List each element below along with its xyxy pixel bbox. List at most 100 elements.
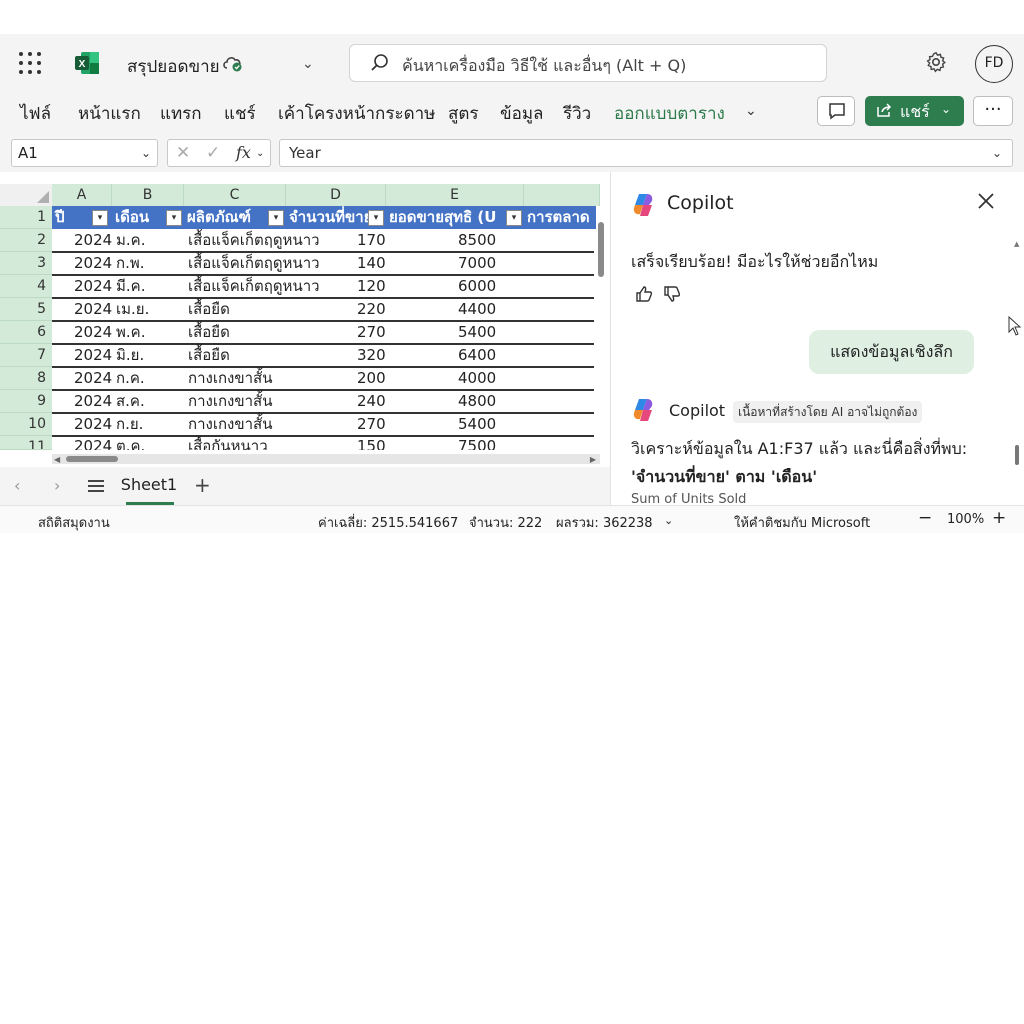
cell-month[interactable]: ส.ค. [116, 390, 184, 413]
filter-dropdown-icon[interactable]: ▾ [92, 210, 108, 226]
cancel-x-icon[interactable]: ✕ [176, 143, 190, 163]
cell-year[interactable]: 2024 [74, 436, 114, 450]
cell-year[interactable]: 2024 [74, 390, 114, 413]
tab-file[interactable]: ไฟล์ [20, 100, 51, 127]
cell-units[interactable]: 220 [357, 298, 397, 321]
vertical-scrollbar[interactable] [596, 212, 606, 452]
filter-dropdown-icon[interactable]: ▾ [368, 210, 384, 226]
row-header-1[interactable]: 1 [0, 206, 52, 229]
close-icon[interactable] [977, 192, 995, 210]
row-header-6[interactable]: 6 [0, 321, 52, 344]
add-sheet-icon[interactable]: + [194, 473, 211, 497]
cell-year[interactable]: 2024 [74, 367, 114, 390]
more-tabs-chevron-icon[interactable]: ⌄ [745, 103, 757, 119]
workbook-statistics[interactable]: สถิติสมุดงาน [38, 512, 110, 533]
cell-units[interactable]: 140 [357, 252, 397, 275]
cell-year[interactable]: 2024 [74, 321, 114, 344]
formula-input[interactable]: Year ⌄ [279, 139, 1013, 167]
tab-page-layout[interactable]: เค้าโครงหน้ากระดาษ [278, 100, 435, 127]
all-sheets-menu-icon[interactable] [88, 480, 104, 492]
cell-net-sales[interactable]: 7500 [458, 436, 522, 450]
column-header-b[interactable]: B [112, 184, 184, 206]
confirm-check-icon[interactable]: ✓ [206, 143, 220, 163]
tab-insert[interactable]: แทรก [160, 100, 202, 127]
table-header-marketing[interactable]: การตลาด [524, 206, 596, 229]
cell-units[interactable]: 270 [357, 321, 397, 344]
zoom-in-button[interactable]: + [992, 508, 1006, 528]
cell-product[interactable]: เสื้อยืด [188, 344, 323, 367]
cell-product[interactable]: เสื้อยืด [188, 321, 323, 344]
table-header-net-sales[interactable]: ยอดขายสุทธิ (U [386, 206, 524, 229]
cell-year[interactable]: 2024 [74, 252, 114, 275]
insert-function-icon[interactable]: fx [236, 143, 251, 162]
row-header-5[interactable]: 5 [0, 298, 52, 321]
sheet-tab-sheet1[interactable]: Sheet1 [118, 475, 180, 505]
tab-table-design[interactable]: ออกแบบตาราง [614, 100, 725, 127]
cell-month[interactable]: ม.ค. [116, 229, 184, 252]
search-box[interactable]: ค้นหาเครื่องมือ วิธีใช้ และอื่นๆ (Alt + … [349, 44, 827, 82]
row-header-7[interactable]: 7 [0, 344, 52, 367]
cell-net-sales[interactable]: 4800 [458, 390, 522, 413]
cell-month[interactable]: มิ.ย. [116, 344, 184, 367]
user-avatar[interactable]: FD [975, 45, 1013, 83]
row-header-9[interactable]: 9 [0, 390, 52, 413]
cell-net-sales[interactable]: 8500 [458, 229, 522, 252]
previous-sheet-icon[interactable]: ‹ [14, 476, 20, 495]
column-header-d[interactable]: D [286, 184, 386, 206]
cell-units[interactable]: 170 [357, 229, 397, 252]
cell-units[interactable]: 320 [357, 344, 397, 367]
tab-formulas[interactable]: สูตร [448, 100, 479, 127]
copilot-scrollbar[interactable]: ▲ [1014, 240, 1020, 500]
filter-dropdown-icon[interactable]: ▾ [166, 210, 182, 226]
cell-product[interactable]: กางเกงขาสั้น [188, 367, 323, 390]
zoom-out-button[interactable]: − [918, 508, 932, 528]
cell-net-sales[interactable]: 4000 [458, 367, 522, 390]
file-name[interactable]: สรุปยอดขาย [127, 53, 220, 80]
cell-units[interactable]: 240 [357, 390, 397, 413]
cell-net-sales[interactable]: 4400 [458, 298, 522, 321]
cell-month[interactable]: เม.ย. [116, 298, 184, 321]
comments-button[interactable] [817, 96, 855, 126]
share-button[interactable]: แชร์ ⌄ [865, 96, 964, 126]
cell-product[interactable]: เสื้อแจ็คเก็ตฤดูหนาว [188, 229, 323, 252]
name-box[interactable]: A1 ⌄ [11, 139, 158, 167]
cell-year[interactable]: 2024 [74, 298, 114, 321]
cell-year[interactable]: 2024 [74, 344, 114, 367]
cell-month[interactable]: ก.ค. [116, 367, 184, 390]
row-header-11[interactable]: 11 [0, 436, 52, 450]
cell-units[interactable]: 270 [357, 413, 397, 436]
horizontal-scrollbar[interactable]: ◀ ▶ [52, 454, 600, 464]
cell-product[interactable]: เสื้อยืด [188, 298, 323, 321]
cell-product[interactable]: เสื้อแจ็คเก็ตฤดูหนาว [188, 252, 323, 275]
cell-year[interactable]: 2024 [74, 413, 114, 436]
cell-product[interactable]: กางเกงขาสั้น [188, 390, 323, 413]
row-header-3[interactable]: 3 [0, 252, 52, 275]
status-more-chevron-icon[interactable]: ⌄ [664, 514, 673, 527]
settings-gear-icon[interactable] [925, 51, 947, 73]
cell-units[interactable]: 120 [357, 275, 397, 298]
cell-month[interactable]: ก.พ. [116, 252, 184, 275]
cell-net-sales[interactable]: 7000 [458, 252, 522, 275]
cell-month[interactable]: พ.ค. [116, 321, 184, 344]
thumbs-down-icon[interactable] [663, 285, 681, 303]
cell-net-sales[interactable]: 5400 [458, 413, 522, 436]
cell-net-sales[interactable]: 5400 [458, 321, 522, 344]
tab-home[interactable]: หน้าแรก [78, 100, 141, 127]
cell-units[interactable]: 200 [357, 367, 397, 390]
cell-net-sales[interactable]: 6000 [458, 275, 522, 298]
filter-dropdown-icon[interactable]: ▾ [268, 210, 284, 226]
cell-product[interactable]: เสื้อกันหนาว [188, 436, 323, 450]
row-header-4[interactable]: 4 [0, 275, 52, 298]
tab-share[interactable]: แชร์ [224, 100, 256, 127]
feedback-link[interactable]: ให้คำติชมกับ Microsoft [734, 512, 870, 533]
row-header-10[interactable]: 10 [0, 413, 52, 436]
tab-data[interactable]: ข้อมูล [500, 100, 543, 127]
select-all-corner[interactable] [0, 184, 52, 206]
cell-month[interactable]: ต.ค. [116, 436, 184, 450]
cell-units[interactable]: 150 [357, 436, 397, 450]
column-header-a[interactable]: A [52, 184, 112, 206]
row-header-8[interactable]: 8 [0, 367, 52, 390]
app-launcher-icon[interactable] [19, 52, 41, 74]
column-header-e[interactable]: E [386, 184, 524, 206]
cell-month[interactable]: ก.ย. [116, 413, 184, 436]
